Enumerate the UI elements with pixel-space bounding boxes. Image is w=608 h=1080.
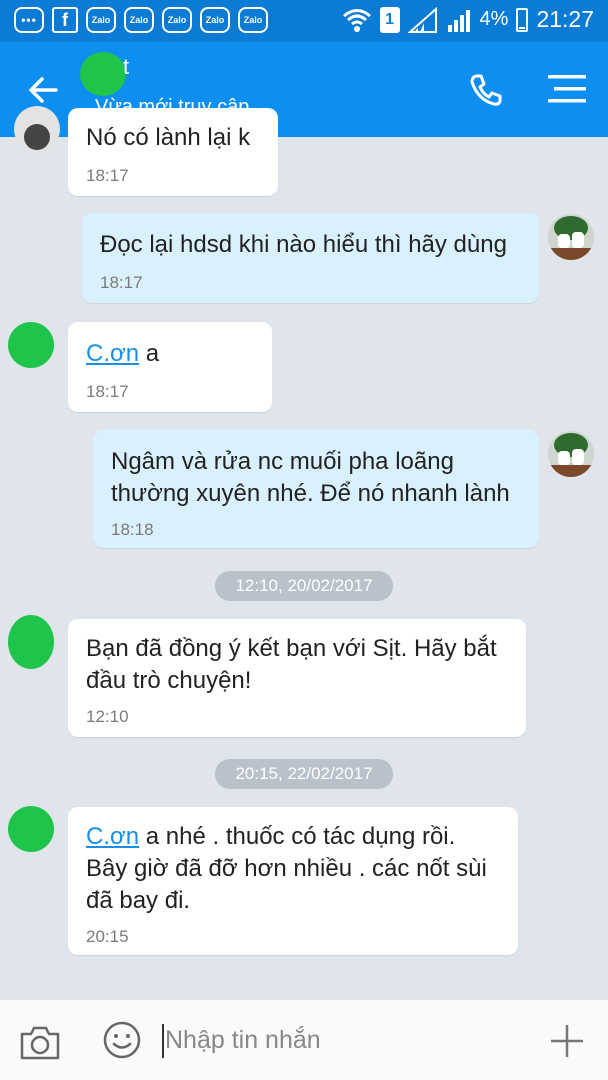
mention-link[interactable]: C.ơn	[86, 340, 139, 367]
sim-icon: 1	[379, 6, 400, 33]
mention-link[interactable]: C.ơn	[86, 823, 139, 850]
message-time: 18:17	[86, 382, 129, 401]
message-text: Bây giờ đã đỡ hơn nhiều . các nốt sùi	[86, 855, 487, 882]
contact-avatar-redacted[interactable]	[8, 615, 54, 669]
message-time: 20:15	[86, 927, 129, 946]
composer-bar: Nhập tin nhắn	[0, 999, 608, 1080]
date-separator: 12:10, 20/02/2017	[215, 571, 393, 601]
zalo-icon: Zalo	[162, 7, 192, 33]
menu-icon[interactable]	[546, 72, 588, 106]
battery-percent: 4%	[479, 8, 509, 30]
message-text: Nó có lành lại k	[86, 124, 251, 151]
incoming-message[interactable]: Bạn đã đồng ý kết bạn với Sịt. Hãy bắt đ…	[68, 619, 526, 737]
contact-avatar[interactable]	[14, 106, 60, 152]
message-text: đã bay đi.	[86, 887, 191, 914]
text-cursor	[162, 1024, 164, 1058]
message-time: 18:17	[100, 273, 143, 292]
message-text: đầu trò chuyện!	[86, 667, 252, 694]
incoming-message[interactable]: C.ơn a 18:17	[68, 322, 272, 412]
message-text: thường xuyên nhé. Để nó nhanh lành	[111, 480, 510, 507]
incoming-message[interactable]: Nó có lành lại k 18:17	[68, 108, 278, 196]
more-notifications-icon: •••	[14, 7, 44, 33]
message-input[interactable]: Nhập tin nhắn	[165, 1026, 321, 1055]
signal-icon	[447, 9, 470, 32]
date-separator: 20:15, 22/02/2017	[215, 759, 393, 789]
battery-icon	[516, 7, 529, 32]
contact-name[interactable]: t	[123, 54, 129, 80]
zalo-icon: Zalo	[124, 7, 154, 33]
outgoing-message[interactable]: Đọc lại hdsd khi nào hiểu thì hãy dùng 1…	[82, 213, 539, 303]
emoji-icon[interactable]	[102, 1020, 142, 1060]
incoming-message[interactable]: C.ơn a nhé . thuốc có tác dụng rồi. Bây …	[68, 807, 518, 955]
contact-avatar-redacted[interactable]	[8, 806, 54, 852]
message-text: Đọc lại hdsd khi nào hiểu thì hãy dùng	[100, 231, 507, 258]
message-text: Ngâm và rửa nc muối pha loãng	[111, 448, 454, 475]
clock: 21:27	[536, 6, 594, 32]
zalo-icon: Zalo	[238, 7, 268, 33]
plus-icon[interactable]	[548, 1022, 586, 1060]
message-text: C.ơn a	[86, 340, 160, 367]
contact-avatar-redacted[interactable]	[8, 322, 54, 368]
my-avatar[interactable]	[548, 431, 594, 477]
wifi-icon	[342, 8, 371, 32]
phone-call-icon[interactable]	[466, 70, 506, 110]
outgoing-message[interactable]: Ngâm và rửa nc muối pha loãng thường xuy…	[93, 430, 539, 548]
signal-icon	[407, 6, 437, 33]
back-arrow-icon[interactable]	[24, 70, 64, 110]
message-time: 18:17	[86, 166, 129, 185]
status-bar: ••• f Zalo Zalo Zalo Zalo Zalo 1 4% 21:2…	[0, 0, 608, 42]
my-avatar[interactable]	[548, 214, 594, 260]
zalo-icon: Zalo	[86, 7, 116, 33]
camera-icon[interactable]	[18, 1022, 62, 1062]
message-time: 18:18	[111, 520, 154, 539]
message-text: Bạn đã đồng ý kết bạn với Sịt. Hãy bắt	[86, 635, 497, 662]
message-text: C.ơn a nhé . thuốc có tác dụng rồi.	[86, 823, 456, 850]
zalo-icon: Zalo	[200, 7, 230, 33]
contact-avatar-redacted[interactable]	[80, 52, 126, 96]
message-time: 12:10	[86, 707, 129, 726]
facebook-icon: f	[52, 7, 78, 33]
